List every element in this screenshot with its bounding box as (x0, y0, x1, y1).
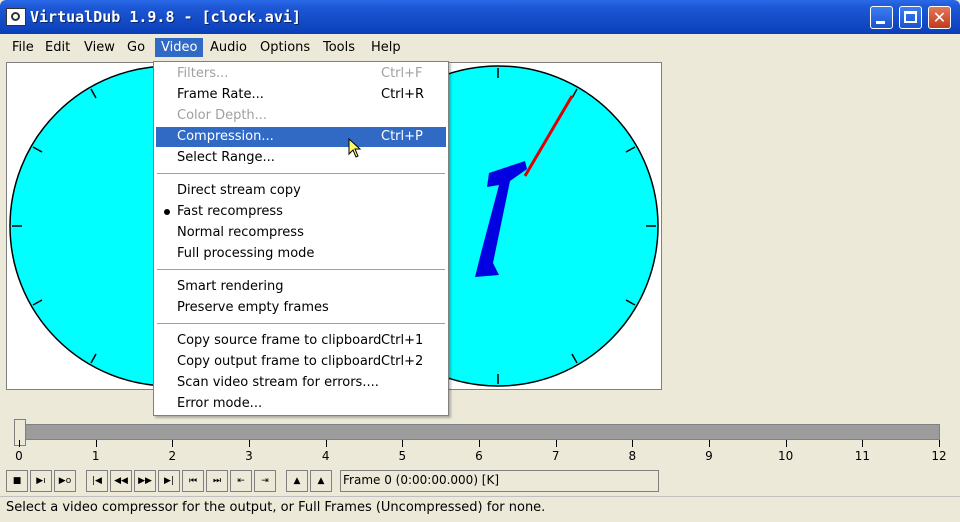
timeline-tick (862, 440, 864, 447)
menu-item-compression[interactable]: Compression... Ctrl+P (156, 127, 446, 147)
go-start-button[interactable]: |◀ (86, 470, 108, 492)
timeline-tick-label: 6 (475, 449, 483, 463)
timeline-tick (709, 440, 710, 447)
menu-item-copy-source-frame[interactable]: Copy source frame to clipboard Ctrl+1 (156, 331, 446, 351)
scene-back-button[interactable]: ⇤ (230, 470, 252, 492)
menu-item-scan-video-stream[interactable]: Scan video stream for errors.... (156, 373, 446, 393)
timeline-tick-label: 10 (778, 449, 794, 463)
menu-item-copy-output-frame[interactable]: Copy output frame to clipboard Ctrl+2 (156, 352, 446, 372)
menu-audio[interactable]: Audio (204, 38, 253, 57)
timeline-tick (785, 440, 787, 447)
menu-item-full-processing-mode[interactable]: Full processing mode (156, 244, 446, 264)
close-icon: ✕ (932, 8, 947, 27)
timeline-tick-label: 9 (705, 449, 713, 463)
menu-view[interactable]: View (78, 38, 121, 57)
timeline-tick (479, 440, 480, 447)
mark-out-button[interactable]: ▲ (310, 470, 332, 492)
play-input-button[interactable]: ▶ı (30, 470, 52, 492)
timeline-tick (939, 440, 940, 447)
maximize-button[interactable] (899, 6, 922, 29)
mark-in-button[interactable]: ▲ (286, 470, 308, 492)
title-bar: VirtualDub 1.9.8 - [clock.avi] ✕ (0, 0, 960, 34)
window-title: VirtualDub 1.9.8 - [clock.avi] (30, 8, 301, 26)
menu-edit[interactable]: Edit (39, 38, 76, 57)
menu-item-fast-recompress[interactable]: Fast recompress (156, 202, 446, 222)
stop-button[interactable]: ■ (6, 470, 28, 492)
video-menu: Filters... Ctrl+F Frame Rate... Ctrl+R Col… (153, 61, 449, 416)
menu-item-smart-rendering[interactable]: Smart rendering (156, 277, 446, 297)
menu-tools[interactable]: Tools (317, 38, 361, 57)
prev-keyframe-button[interactable]: ⏮ (182, 470, 204, 492)
menu-go[interactable]: Go (121, 38, 151, 57)
timeline-tick-label: 1 (91, 449, 100, 463)
timeline-tick-label: 0 (15, 449, 23, 463)
menu-options[interactable]: Options (254, 38, 316, 57)
menu-help[interactable]: Help (365, 38, 407, 57)
prev-frame-button[interactable]: ◀◀ (110, 470, 132, 492)
menu-separator (157, 173, 445, 175)
menu-separator (157, 323, 445, 325)
mouse-cursor-icon (348, 138, 362, 158)
menu-item-preserve-empty-frames[interactable]: Preserve empty frames (156, 298, 446, 318)
close-button[interactable]: ✕ (928, 6, 951, 29)
play-output-button[interactable]: ▶o (54, 470, 76, 492)
timeline-tick (402, 440, 404, 447)
timeline-tick (95, 440, 97, 447)
timeline-tick (19, 440, 20, 447)
timeline-tick (325, 440, 327, 447)
app-icon[interactable] (6, 8, 26, 26)
menu-item-select-range[interactable]: Select Range... (156, 148, 446, 168)
status-bar: Select a video compressor for the output… (0, 496, 960, 522)
menu-file[interactable]: File (6, 38, 40, 57)
menu-item-color-depth[interactable]: Color Depth... (156, 106, 446, 126)
timeline-tick (555, 440, 557, 447)
next-keyframe-button[interactable]: ⏭ (206, 470, 228, 492)
timeline-tick (249, 440, 250, 447)
timeline-tick-label: 7 (551, 449, 560, 463)
menu-separator (157, 269, 445, 271)
timeline-tick-label: 2 (168, 449, 177, 463)
timeline-tick-label: 11 (854, 449, 870, 463)
timeline-tick-label: 4 (321, 449, 330, 463)
next-frame-button[interactable]: ▶▶ (134, 470, 156, 492)
timeline-tick-label: 8 (628, 449, 637, 463)
scene-forward-button[interactable]: ⇥ (254, 470, 276, 492)
menu-item-direct-stream-copy[interactable]: Direct stream copy (156, 181, 446, 201)
minimize-button[interactable] (870, 6, 893, 29)
timeline-track[interactable] (14, 424, 940, 440)
menu-item-normal-recompress[interactable]: Normal recompress (156, 223, 446, 243)
status-text: Select a video compressor for the output… (6, 500, 546, 515)
timeline-thumb[interactable] (14, 419, 26, 446)
menu-item-frame-rate[interactable]: Frame Rate... Ctrl+R (156, 85, 446, 105)
timeline-tick (632, 440, 634, 447)
go-end-button[interactable]: ▶| (158, 470, 180, 492)
timeline-tick-label: 5 (398, 449, 407, 463)
menu-bar: File Edit View Go Video Audio Options To… (0, 34, 960, 60)
timeline-tick-label: 3 (245, 449, 253, 463)
menu-item-error-mode[interactable]: Error mode... (156, 394, 446, 414)
menu-item-filters[interactable]: Filters... Ctrl+F (156, 64, 446, 84)
menu-video[interactable]: Video (155, 38, 204, 57)
frame-info: Frame 0 (0:00:00.000) [K] (340, 470, 659, 492)
timeline-tick-label: 12 (931, 449, 947, 463)
timeline-tick (172, 440, 174, 447)
radio-bullet-icon (164, 209, 170, 215)
